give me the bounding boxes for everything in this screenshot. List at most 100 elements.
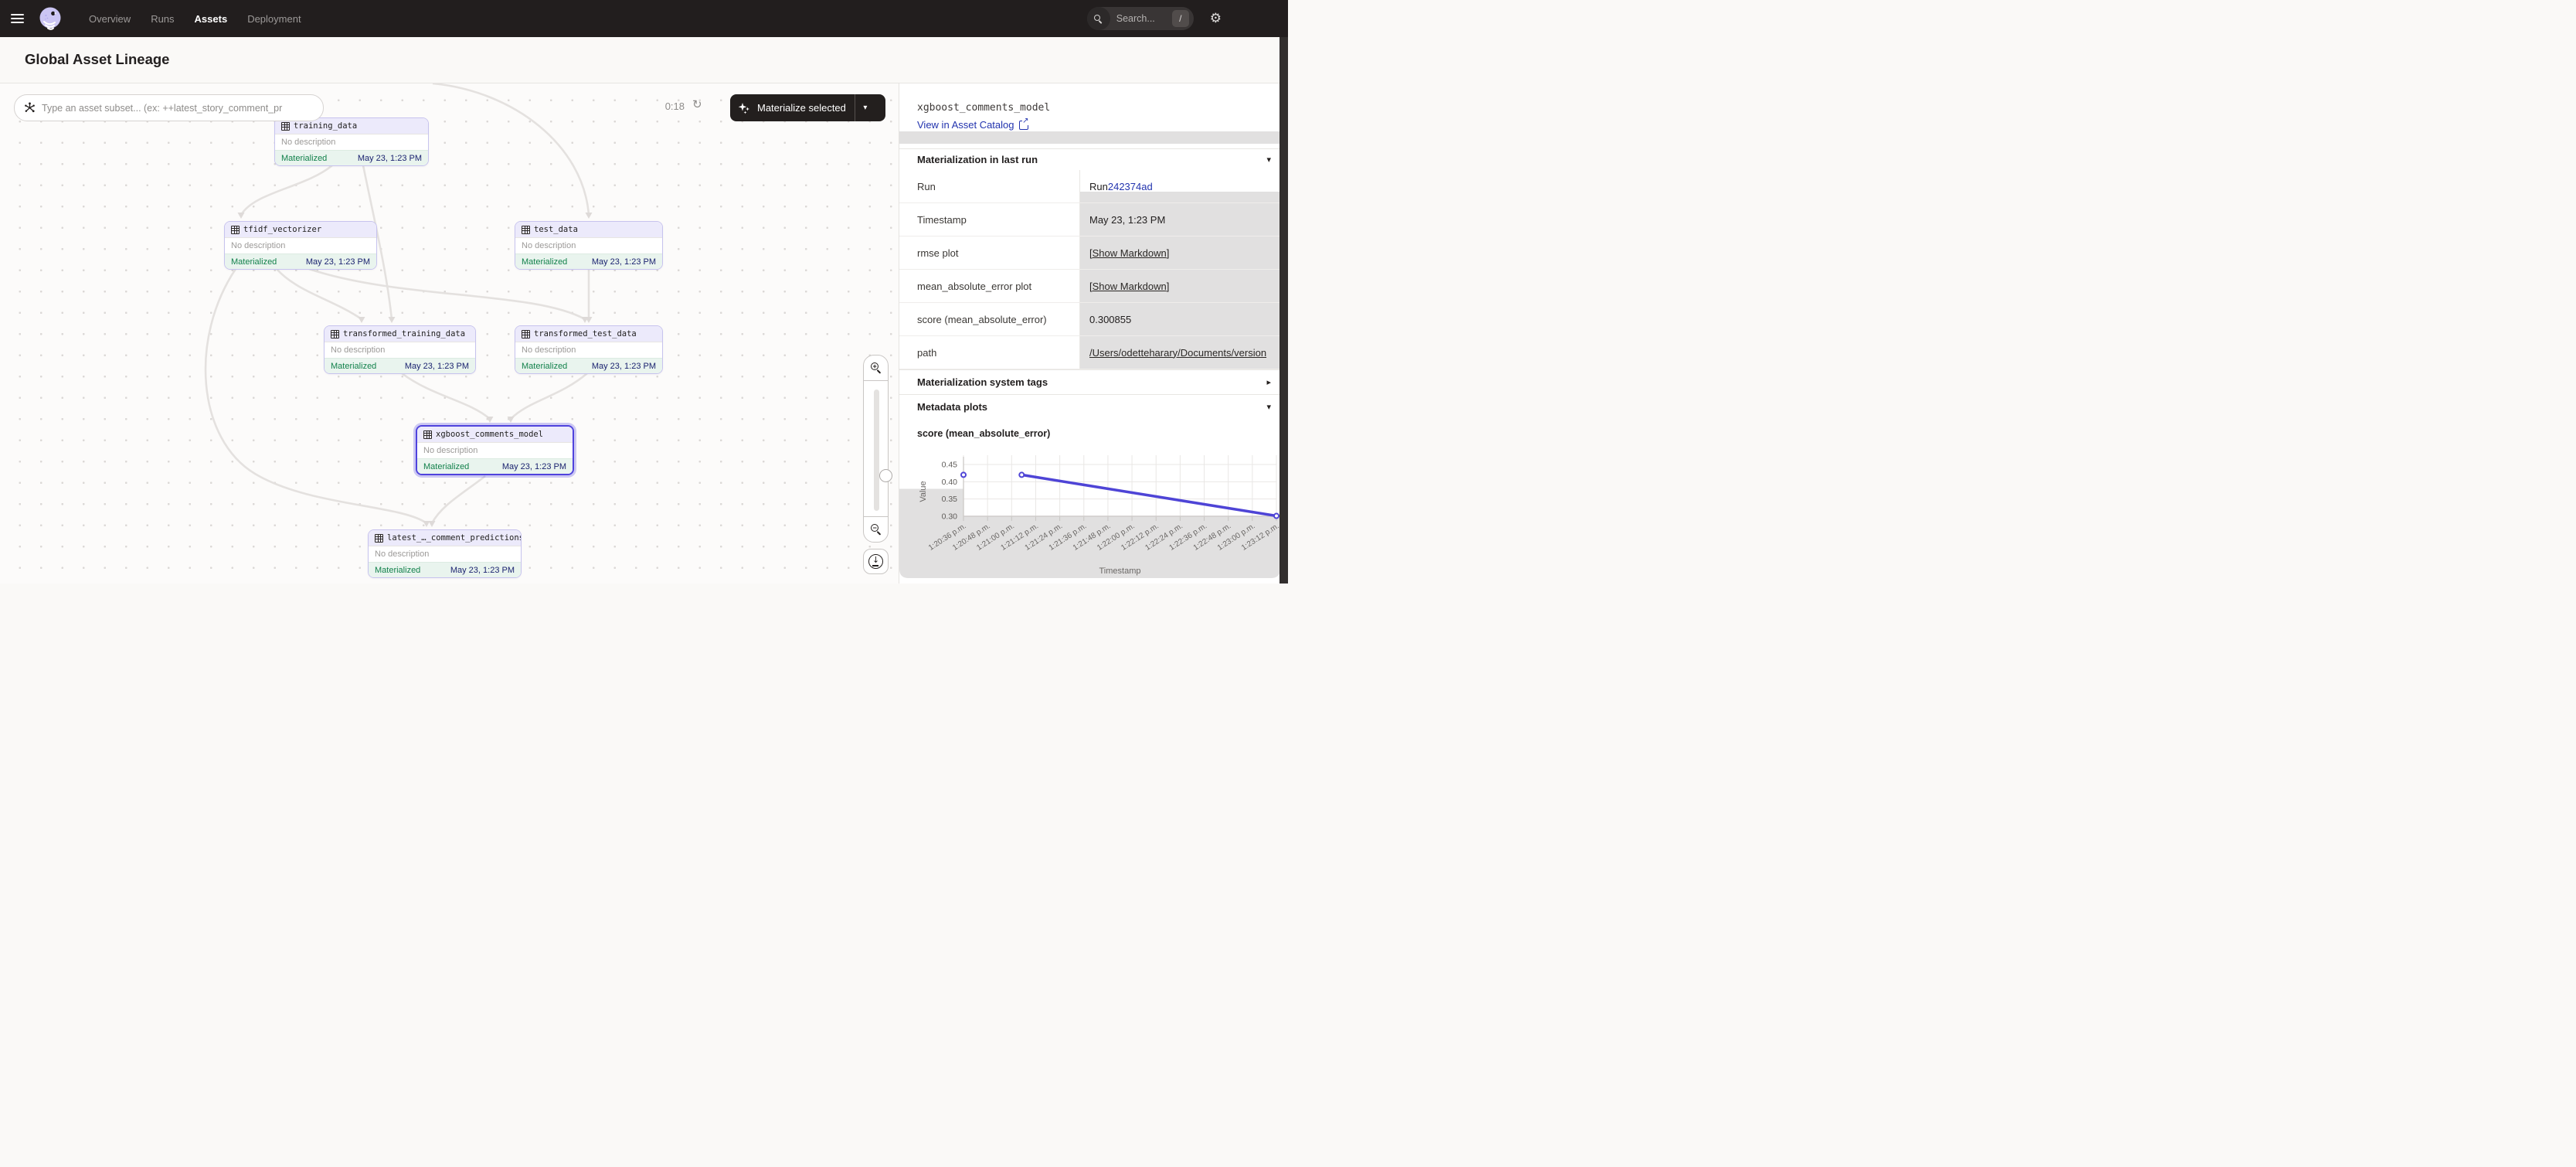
asset-node-transformed_training_data[interactable]: transformed_training_data No description M… bbox=[324, 325, 476, 374]
materialized-timestamp: May 23, 1:23 PM bbox=[358, 154, 422, 163]
metadata-value: May 23, 1:23 PM bbox=[1080, 203, 1280, 236]
data-point[interactable] bbox=[961, 472, 966, 477]
zoom-slider-handle[interactable] bbox=[879, 469, 892, 482]
metadata-row-score-mean-absolute-error-: score (mean_absolute_error)0.300855 bbox=[899, 303, 1280, 336]
materialized-status: Materialized bbox=[281, 154, 327, 163]
table-icon bbox=[331, 330, 339, 339]
top-nav: Overview Runs Assets Deployment Search... /… bbox=[0, 0, 1288, 37]
op-selector-icon bbox=[24, 102, 36, 114]
materialized-timestamp: May 23, 1:23 PM bbox=[592, 257, 656, 267]
section-materialization-system-tags[interactable]: Materialization system tags ▸ bbox=[899, 369, 1280, 394]
asset-name: xgboost_comments_model bbox=[436, 430, 543, 439]
asset-node-footer: Materialized May 23, 1:23 PM bbox=[515, 253, 662, 269]
nav-link-runs[interactable]: Runs bbox=[151, 13, 174, 25]
global-search[interactable]: Search... / bbox=[1087, 7, 1194, 30]
metadata-row-mean-absolute-error-plot: mean_absolute_error plot[Show Markdown] bbox=[899, 270, 1280, 303]
loading-shimmer-band bbox=[899, 131, 1280, 144]
asset-name: transformed_test_data bbox=[534, 329, 637, 339]
y-tick-label: 0.30 bbox=[942, 512, 958, 522]
asset-subset-input[interactable] bbox=[42, 103, 314, 114]
table-icon bbox=[423, 430, 432, 439]
metadata-row-run: RunRun 242374ad bbox=[899, 170, 1280, 203]
nav-link-overview[interactable]: Overview bbox=[89, 13, 131, 25]
asset-node-header: test_data bbox=[515, 222, 662, 237]
nav-link-assets[interactable]: Assets bbox=[195, 13, 228, 25]
metadata-table: RunRun 242374adTimestampMay 23, 1:23 PMr… bbox=[899, 170, 1280, 369]
view-in-asset-catalog-link[interactable]: View in Asset Catalog ↗ bbox=[917, 119, 1028, 131]
nav-link-deployment[interactable]: Deployment bbox=[247, 13, 301, 25]
asset-name: training_data bbox=[294, 121, 357, 131]
gear-icon[interactable]: ⚙ bbox=[1210, 11, 1222, 26]
asset-node-training_data[interactable]: training_dataNo descriptionMaterializedM… bbox=[274, 117, 429, 166]
materialized-status: Materialized bbox=[331, 362, 376, 371]
data-point[interactable] bbox=[1019, 472, 1024, 477]
metadata-value: 0.300855 bbox=[1080, 303, 1280, 335]
materialize-selected-button[interactable]: Materialize selected ▾ bbox=[730, 94, 885, 121]
asset-node-footer: Materialized May 23, 1:23 PM bbox=[275, 150, 428, 165]
value-text: ] bbox=[1167, 281, 1170, 292]
asset-lineage-canvas[interactable]: training_data No description Materialized M… bbox=[0, 83, 899, 584]
graph-refresh-icon[interactable]: ↻ bbox=[692, 99, 702, 111]
metadata-row-path: path/Users/odetteharary/Documents/versio… bbox=[899, 336, 1280, 369]
data-point[interactable] bbox=[1274, 514, 1279, 519]
materialize-selected-label: Materialize selected bbox=[757, 102, 846, 114]
table-icon bbox=[375, 534, 383, 543]
page-header: Global Asset Lineage bbox=[0, 37, 1288, 83]
asset-name: test_data bbox=[534, 225, 578, 234]
chevron-down-icon[interactable]: ▾ bbox=[855, 104, 875, 112]
asset-node-header: latest_…_comment_predictions bbox=[369, 530, 521, 546]
materialized-timestamp: May 23, 1:23 PM bbox=[306, 257, 370, 267]
metadata-plot-title: score (mean_absolute_error) bbox=[917, 428, 1050, 439]
asset-name: latest_…_comment_predictions bbox=[387, 533, 522, 543]
materialized-status: Materialized bbox=[522, 257, 567, 267]
value-link[interactable]: Show Markdown bbox=[1093, 247, 1167, 259]
value-text: Run bbox=[1089, 181, 1108, 192]
external-link-icon: ↗ bbox=[1019, 121, 1028, 130]
zoom-slider-track[interactable] bbox=[874, 390, 879, 511]
y-axis-title: Value bbox=[919, 481, 928, 502]
vertical-scrollbar[interactable] bbox=[1280, 37, 1288, 584]
asset-node-latest_comment_predictions[interactable]: latest_…_comment_predictionsNo descripti… bbox=[368, 529, 522, 578]
materialized-status: Materialized bbox=[423, 462, 469, 471]
zoom-out-button[interactable]: − bbox=[864, 516, 888, 542]
run-link[interactable]: 242374ad bbox=[1108, 181, 1153, 192]
asset-title: xgboost_comments_model bbox=[917, 102, 1050, 114]
asset-subset-filter[interactable] bbox=[14, 94, 324, 121]
score-line-chart: 1:20:36 p.m.1:20:48 p.m.1:21:00 p.m.1:21… bbox=[899, 444, 1280, 584]
asset-name: transformed_training_data bbox=[343, 329, 465, 339]
metadata-key: rmse plot bbox=[899, 236, 1080, 269]
sparkle-icon bbox=[738, 102, 750, 114]
metadata-key: path bbox=[899, 336, 1080, 369]
menu-hamburger-icon[interactable] bbox=[11, 14, 24, 24]
asset-node-footer: MaterializedMay 23, 1:23 PM bbox=[369, 562, 521, 577]
value-link[interactable]: Show Markdown bbox=[1093, 281, 1167, 292]
y-tick-label: 0.45 bbox=[942, 461, 958, 470]
x-axis-title: Timestamp bbox=[1099, 566, 1141, 576]
value-link[interactable]: /Users/odetteharary/Documents/version bbox=[1089, 347, 1266, 359]
asset-description: No description bbox=[515, 342, 662, 358]
asset-node-transformed_test_data[interactable]: transformed_test_data No descriptionMater… bbox=[515, 325, 663, 374]
zoom-in-button[interactable]: + bbox=[864, 356, 888, 381]
asset-node-footer: MaterializedMay 23, 1:23 PM bbox=[515, 358, 662, 373]
zoom-controls: + − bbox=[863, 355, 889, 543]
asset-node-header: transformed_test_data bbox=[515, 326, 662, 342]
section-metadata-plots[interactable]: Metadata plots ▾ bbox=[899, 394, 1280, 419]
search-icon bbox=[1087, 7, 1110, 30]
download-image-button[interactable]: ↓ bbox=[863, 549, 889, 574]
asset-node-header: tfidf_vectorizer bbox=[225, 222, 376, 237]
dagster-logo-icon[interactable] bbox=[36, 5, 64, 32]
asset-node-footer: Materialized May 23, 1:23 PM bbox=[417, 458, 573, 474]
asset-node-xgboost_comments_model[interactable]: xgboost_comments_modelNo descriptionMate… bbox=[416, 425, 574, 475]
metadata-value: [Show Markdown] bbox=[1080, 270, 1280, 302]
section-materialization-in-last-run[interactable]: Materialization in last run ▾ bbox=[899, 148, 1280, 170]
asset-node-test_data[interactable]: test_dataNo descriptionMaterializedMay 2… bbox=[515, 221, 663, 270]
asset-node-tfidf_vectorizer[interactable]: tfidf_vectorizerNo descriptionMaterializ… bbox=[224, 221, 377, 270]
metadata-key: Timestamp bbox=[899, 203, 1080, 236]
table-icon bbox=[281, 122, 290, 131]
chevron-right-icon: ▸ bbox=[1266, 377, 1271, 387]
materialized-timestamp: May 23, 1:23 PM bbox=[592, 362, 656, 371]
metadata-row-timestamp: TimestampMay 23, 1:23 PM bbox=[899, 203, 1280, 236]
asset-description: No description bbox=[325, 342, 475, 358]
metadata-value: [Show Markdown] bbox=[1080, 236, 1280, 269]
materialized-timestamp: May 23, 1:23 PM bbox=[502, 462, 566, 471]
